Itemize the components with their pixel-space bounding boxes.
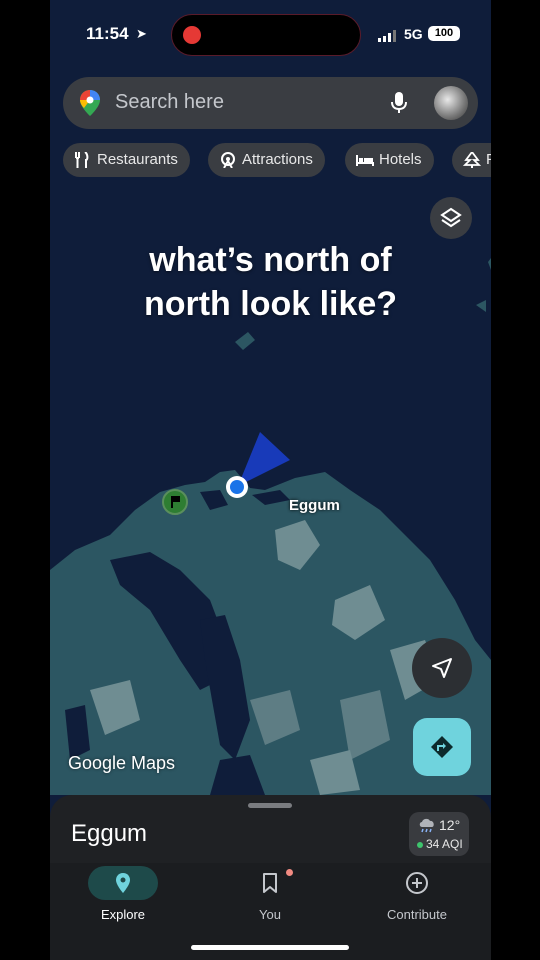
nav-you-label: You [259,907,281,922]
caption-line-1: what’s north of [149,241,392,279]
chip-attractions[interactable]: Attractions [208,143,325,177]
current-location-dot[interactable] [226,476,248,498]
chip-hotels[interactable]: Hotels [345,143,434,177]
recording-indicator-icon [183,26,201,44]
weather-badge[interactable]: 12° 34 AQI [409,812,469,856]
directions-icon [431,736,453,758]
tree-icon [463,152,481,168]
chip-restaurants[interactable]: Restaurants [63,143,190,177]
rain-cloud-icon [419,818,434,833]
video-caption: what’s north of north look like? [50,238,491,326]
my-location-button[interactable] [412,638,472,698]
search-bar[interactable]: Search here [63,77,478,129]
dynamic-island [171,14,361,56]
weather-temperature: 12° [439,817,461,833]
google-maps-watermark: Google Maps [68,753,176,773]
bed-icon [356,155,374,166]
chip-label: Restaurants [97,151,178,168]
flag-marker-icon[interactable] [162,489,188,515]
sheet-drag-handle[interactable] [248,803,292,808]
aqi-status-dot [417,842,423,848]
google-maps-pin-icon [80,90,100,116]
battery-icon: 100 [428,26,460,41]
directions-button[interactable] [413,718,471,776]
location-arrow-icon: ➤ [136,26,147,41]
chip-label: P [486,151,491,168]
signal-bars-icon [378,30,396,42]
chip-parks[interactable]: P [452,143,491,177]
add-circle-icon [406,872,428,894]
bookmark-icon [263,873,277,893]
nav-explore[interactable]: Explore [63,863,183,933]
fork-knife-icon [75,152,89,168]
home-indicator[interactable] [191,945,349,950]
chip-label: Hotels [379,151,422,168]
account-avatar[interactable] [434,86,468,120]
layers-button[interactable] [430,197,472,239]
status-bar: 11:54 ➤ 5G 100 [50,14,491,56]
nav-you[interactable]: You [210,863,330,933]
location-pin-icon [116,873,130,893]
ferris-wheel-icon [221,152,235,168]
search-input[interactable]: Search here [115,91,224,114]
status-time: 11:54 [86,24,129,43]
notification-dot [286,869,293,876]
air-quality-index: 34 AQI [426,837,463,851]
caption-line-2: north look like? [143,285,398,323]
microphone-icon[interactable] [389,91,409,115]
nav-contribute-label: Contribute [387,907,447,922]
navigation-arrow-icon [432,658,452,678]
phone-screen: Eggum 11:54 ➤ 5G 100 Search here Restaur… [50,0,491,960]
category-chips: Restaurants Attractions Hotels P [63,143,491,177]
map-place-label[interactable]: Eggum [289,497,340,514]
layers-icon [440,207,462,228]
nav-contribute[interactable]: Contribute [357,863,477,933]
chip-label: Attractions [242,151,313,168]
network-type: 5G [404,26,423,42]
place-title: Eggum [71,820,148,847]
nav-explore-label: Explore [100,907,146,922]
